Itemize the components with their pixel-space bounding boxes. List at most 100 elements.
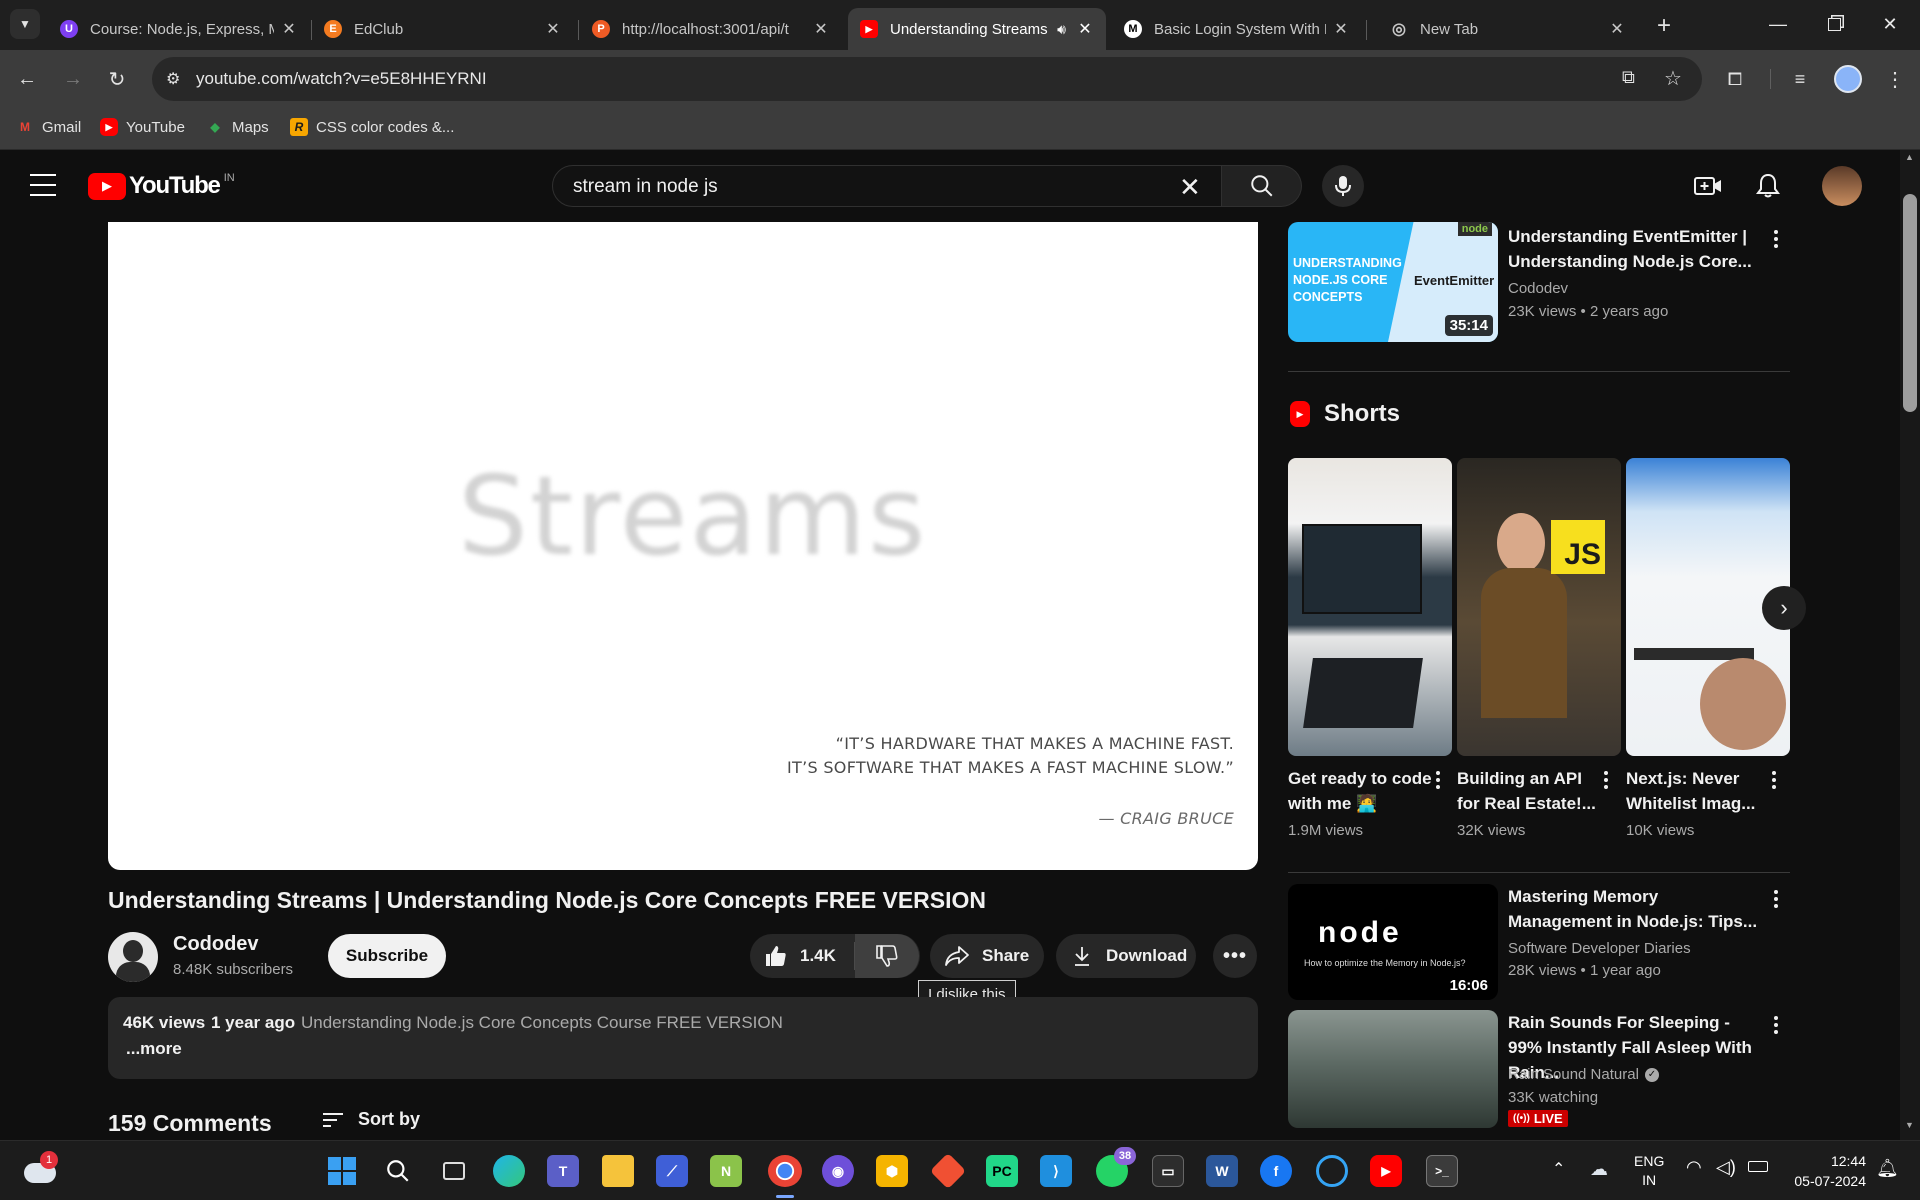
bookmark-youtube[interactable]: ▶ YouTube bbox=[100, 118, 185, 136]
close-tab-icon[interactable]: ✕ bbox=[812, 19, 830, 39]
browser-tab-active[interactable]: ▶ Understanding Streams 🔊︎ ✕ bbox=[848, 8, 1106, 50]
share-button[interactable]: Share bbox=[930, 934, 1044, 978]
cortana-icon[interactable] bbox=[1316, 1155, 1348, 1187]
edge-icon[interactable] bbox=[493, 1155, 525, 1187]
recommended-video-title[interactable]: Mastering Memory Management in Node.js: … bbox=[1508, 884, 1758, 934]
browser-tab[interactable]: ◎ New Tab ✕ bbox=[1378, 8, 1638, 50]
recommended-video-channel[interactable]: Rain Sound Natural bbox=[1508, 1066, 1639, 1083]
scroll-down-icon[interactable]: ▼ bbox=[1905, 1120, 1914, 1130]
battery-icon[interactable] bbox=[1748, 1161, 1768, 1172]
account-avatar[interactable] bbox=[1822, 166, 1862, 206]
clear-search-icon[interactable]: ✕ bbox=[1179, 172, 1201, 203]
new-tab-button[interactable]: + bbox=[1650, 12, 1678, 40]
word-icon[interactable]: W bbox=[1206, 1155, 1238, 1187]
more-actions-button[interactable]: ••• bbox=[1213, 934, 1257, 978]
yellow-app-icon[interactable]: ⬢ bbox=[876, 1155, 908, 1187]
onedrive-icon[interactable]: ☁ bbox=[1590, 1159, 1608, 1180]
file-explorer-icon[interactable] bbox=[602, 1155, 634, 1187]
whiteboard-icon[interactable]: ⟋ bbox=[656, 1155, 688, 1187]
short-title[interactable]: Get ready to code with me 🧑‍💻 bbox=[1288, 766, 1433, 816]
minimize-button[interactable]: — bbox=[1750, 0, 1806, 48]
github-icon[interactable]: ◉ bbox=[822, 1155, 854, 1187]
open-in-app-icon[interactable]: ⧉ bbox=[1622, 67, 1635, 88]
bookmark-gmail[interactable]: M Gmail bbox=[16, 118, 81, 136]
wifi-icon[interactable]: ◠ bbox=[1686, 1157, 1702, 1178]
notifications-button[interactable] bbox=[1754, 172, 1782, 200]
recommended-video-channel-row[interactable]: Rain Sound Natural ✓ bbox=[1508, 1066, 1659, 1083]
scroll-up-icon[interactable]: ▲ bbox=[1905, 152, 1914, 162]
description-line[interactable]: Understanding Node.js Core Concepts Cour… bbox=[301, 1013, 783, 1033]
short-options-button[interactable] bbox=[1426, 766, 1450, 794]
close-tab-icon[interactable]: ✕ bbox=[544, 19, 562, 39]
extensions-button[interactable]: ⧠ bbox=[1720, 64, 1750, 94]
close-window-button[interactable]: ✕ bbox=[1862, 0, 1918, 48]
volume-icon[interactable]: ◁) bbox=[1716, 1157, 1736, 1178]
show-more-link[interactable]: ...more bbox=[126, 1039, 182, 1059]
browser-tab[interactable]: M Basic Login System With N ✕ bbox=[1112, 8, 1362, 50]
language-indicator[interactable]: ENG IN bbox=[1634, 1152, 1664, 1190]
url-text[interactable]: youtube.com/watch?v=e5E8HHEYRNI bbox=[196, 69, 487, 89]
chrome-taskbar-icon[interactable] bbox=[768, 1155, 802, 1187]
cmd-icon[interactable]: >_ bbox=[1426, 1155, 1458, 1187]
browser-tab[interactable]: E EdClub ✕ bbox=[312, 8, 574, 50]
task-view-icon[interactable] bbox=[438, 1155, 470, 1187]
channel-avatar[interactable] bbox=[108, 932, 158, 982]
page-scrollbar[interactable]: ▲ ▼ bbox=[1900, 150, 1920, 1140]
close-tab-icon[interactable]: ✕ bbox=[1332, 19, 1350, 39]
browser-tab[interactable]: U Course: Node.js, Express, M ✕ bbox=[48, 8, 310, 50]
voice-search-button[interactable] bbox=[1322, 165, 1364, 207]
reload-button[interactable]: ↻ bbox=[102, 64, 132, 94]
taskbar-search-button[interactable] bbox=[382, 1155, 414, 1187]
create-button[interactable] bbox=[1694, 172, 1722, 200]
chrome-menu-button[interactable]: ⋮ bbox=[1880, 64, 1910, 94]
video-options-button[interactable] bbox=[1764, 885, 1788, 913]
short-options-button[interactable] bbox=[1594, 766, 1618, 794]
short-thumbnail[interactable] bbox=[1288, 458, 1452, 756]
scrollbar-thumb[interactable] bbox=[1903, 194, 1917, 412]
speaker-icon[interactable]: 🔊︎ bbox=[1057, 21, 1066, 38]
close-tab-icon[interactable]: ✕ bbox=[280, 19, 298, 39]
recommended-video-channel[interactable]: Cododev bbox=[1508, 280, 1568, 297]
short-thumbnail[interactable]: JS bbox=[1457, 458, 1621, 756]
notification-bell-icon[interactable]: 🔔︎ bbox=[1876, 1158, 1899, 1179]
address-bar[interactable]: ⚙ youtube.com/watch?v=e5E8HHEYRNI ⧉ ☆ bbox=[152, 57, 1702, 101]
like-button[interactable]: 1.4K bbox=[750, 934, 854, 978]
forward-button[interactable]: → bbox=[58, 64, 88, 94]
close-tab-icon[interactable]: ✕ bbox=[1608, 19, 1626, 39]
search-query[interactable]: stream in node js bbox=[573, 176, 718, 198]
recommended-video-title[interactable]: Understanding EventEmitter | Understandi… bbox=[1508, 224, 1758, 274]
youtube-logo[interactable]: ▶ YouTube IN bbox=[88, 172, 235, 200]
restore-button[interactable] bbox=[1806, 0, 1862, 48]
close-tab-icon[interactable]: ✕ bbox=[1076, 19, 1094, 39]
vscode-icon[interactable]: ⟩ bbox=[1040, 1155, 1072, 1187]
sort-comments-button[interactable]: Sort by bbox=[322, 1109, 420, 1130]
download-button[interactable]: Download bbox=[1056, 934, 1196, 978]
bookmark-star-icon[interactable]: ☆ bbox=[1664, 66, 1682, 91]
bookmark-maps[interactable]: ◆ Maps bbox=[206, 118, 268, 136]
short-title[interactable]: Next.js: Never Whitelist Imag... bbox=[1626, 766, 1771, 816]
video-player[interactable]: Streams “IT’S HARDWARE THAT MAKES A MACH… bbox=[108, 222, 1258, 870]
youtube-taskbar-icon[interactable]: ▶ bbox=[1370, 1155, 1402, 1187]
short-title[interactable]: Building an API for Real Estate!... bbox=[1457, 766, 1602, 816]
pycharm-icon[interactable]: PC bbox=[986, 1155, 1018, 1187]
video-options-button[interactable] bbox=[1764, 225, 1788, 253]
media-control-button[interactable]: ≡ bbox=[1785, 64, 1815, 94]
recommended-video[interactable]: node How to optimize the Memory in Node.… bbox=[1288, 884, 1498, 1000]
search-button[interactable] bbox=[1222, 165, 1302, 207]
weather-widget[interactable]: 1 bbox=[24, 1151, 60, 1187]
site-info-icon[interactable]: ⚙ bbox=[166, 69, 180, 89]
terminal-icon[interactable]: ▭ bbox=[1152, 1155, 1184, 1187]
facebook-icon[interactable]: f bbox=[1260, 1155, 1292, 1187]
start-button[interactable] bbox=[326, 1155, 358, 1187]
profile-avatar[interactable] bbox=[1834, 65, 1862, 93]
video-options-button[interactable] bbox=[1764, 1011, 1788, 1039]
notepad-plus-icon[interactable]: N bbox=[710, 1155, 742, 1187]
subscribe-button[interactable]: Subscribe bbox=[328, 934, 446, 978]
tab-search-button[interactable]: ▼ bbox=[10, 9, 40, 39]
recommended-video[interactable] bbox=[1288, 1010, 1498, 1128]
guide-menu-button[interactable] bbox=[30, 174, 56, 196]
git-icon[interactable] bbox=[929, 1152, 967, 1190]
tray-overflow-icon[interactable]: ⌃ bbox=[1552, 1159, 1565, 1179]
back-button[interactable]: ← bbox=[12, 64, 42, 94]
short-options-button[interactable] bbox=[1762, 766, 1786, 794]
